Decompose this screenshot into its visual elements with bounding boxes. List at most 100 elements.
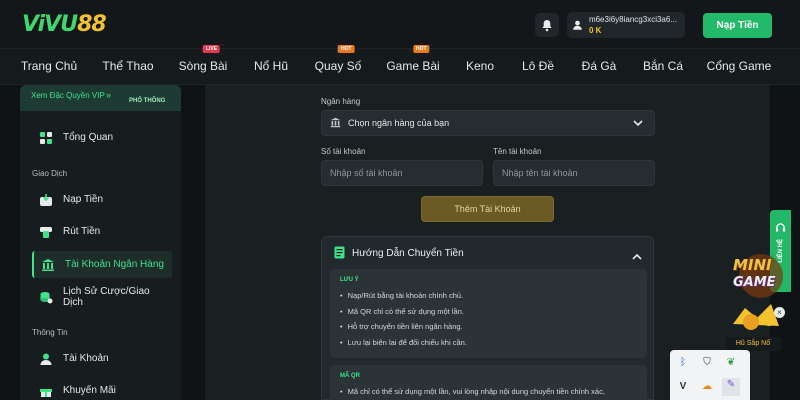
list-item: Hỗ trợ chuyển tiền liên ngân hàng. [340,322,467,338]
nav-sports[interactable]: Thể Thao [102,59,153,73]
bank-icon [40,257,56,273]
bluetooth-icon[interactable]: ᛒ [676,356,690,370]
username: m6e3i6y8iancg3xci3a6... [588,15,677,24]
nav-card-games[interactable]: HOT Game Bài [386,45,440,73]
shield-icon[interactable]: ⛉ [700,356,714,370]
v-app-icon[interactable]: V [676,380,690,394]
bank-label: Ngân hàng [321,97,361,106]
hot-badge: HOT [337,45,355,53]
section-info: Thông Tin [32,328,68,337]
system-tray: ᛒ ⛉ ❦ V ☁ ✎ [670,350,750,400]
vip-tier: PHỔ THÔNG [129,98,166,104]
sidebar-item-account[interactable]: Tài Khoản [32,345,172,372]
minigame-title-1: MINI [733,256,772,274]
nav-casino[interactable]: LIVE Sòng Bài [179,45,227,73]
nav-label: Trang Chủ [20,59,78,73]
account-number-field[interactable]: Nhập số tài khoản [321,160,483,186]
vip-banner[interactable]: Xem Đặc Quyền VIP » PHỔ THÔNG [20,85,181,111]
sidebar-item-label: Rút Tiền [63,226,101,237]
nav-lottery[interactable]: HOT Quay Số [314,45,362,73]
header-actions: m6e3i6y8iancg3xci3a6... 0 K Nạp Tiền [535,12,772,38]
live-badge: LIVE [202,45,221,53]
deposit-button[interactable]: Nạp Tiền [703,12,772,38]
sidebar-item-promotions[interactable]: Khuyến Mãi [32,377,172,400]
header: ViVU 88 m6e3i6y8iancg3xci3a6... 0 K Nạp T… [0,0,800,48]
sidebar-item-bank-account[interactable]: Tài Khoản Ngân Hàng [32,251,172,278]
notes-list: Nạp/Rút bằng tài khoản chính chủ. Mã QR … [340,291,467,353]
chevron-down-icon [632,117,644,131]
sidebar-item-label: Khuyến Mãi [63,385,116,396]
account-sidebar: Xem Đặc Quyền VIP » PHỔ THÔNG Tổng Quan … [20,85,181,400]
notes-title: LƯU Ý [340,277,359,283]
qr-notes-list: Mã chỉ có thể sử dụng một lần, vui lòng … [340,387,605,400]
sidebar-item-label: Tài Khoản Ngân Hàng [65,259,164,270]
nav-label: Nổ Hũ [253,59,289,73]
sidebar-item-history[interactable]: Lịch Sử Cược/Giao Dịch [32,283,172,310]
sidebar-item-deposit[interactable]: Nạp Tiền [32,186,172,213]
account-name-label: Tên tài khoản [493,147,542,156]
leaf-icon[interactable]: ❦ [724,356,738,370]
user-avatar-icon [573,20,582,30]
account-number-placeholder: Nhập số tài khoản [330,168,403,178]
sidebar-item-label: Tổng Quan [63,132,114,143]
nav-keno[interactable]: Keno [466,59,494,73]
coin-stack-icon [38,289,54,305]
account-number-label: Số tài khoản [321,147,366,156]
list-item: Lưu lại biên lai để đối chiếu khi cần. [340,338,467,354]
nav-cockfight[interactable]: Đá Gà [582,59,617,73]
deposit-icon [38,192,54,208]
jackpot-label: Hũ Sắp Nổ [725,337,781,351]
pen-icon[interactable]: ✎ [722,378,740,396]
nav-game-portal[interactable]: Cổng Game [707,59,772,73]
add-account-button[interactable]: Thêm Tài Khoản [421,196,554,222]
balance: 0 K [588,26,602,35]
nav-lo-de[interactable]: Lô Đề [522,59,554,73]
sidebar-item-label: Nạp Tiền [63,194,104,205]
hot-badge: HOT [412,45,430,53]
headset-icon [775,223,786,232]
notes-box: LƯU Ý Nạp/Rút bằng tài khoản chính chủ. … [330,269,647,358]
sidebar-item-label: Tài Khoản [63,353,109,364]
nav-home[interactable]: Trang Chủ [21,59,77,73]
nav-label: Thể Thao [102,59,154,73]
account-name-field[interactable]: Nhập tên tài khoản [493,160,655,186]
nav-fishing[interactable]: Bắn Cá [643,59,683,73]
chevron-up-icon[interactable] [631,249,643,267]
nav-label: Lô Đề [521,59,555,73]
note-text: Mã QR chỉ có thể sử dụng một lần. [347,306,464,316]
cloud-icon[interactable]: ☁ [700,380,714,394]
note-text: Hỗ trợ chuyển tiền liên ngân hàng. [347,322,463,331]
nav-label: Game Bài [386,59,440,73]
logo[interactable]: ViVU 88 [22,11,107,37]
app-root: ViVU 88 m6e3i6y8iancg3xci3a6... 0 K Nạp T… [0,0,800,400]
logo-text-vivu: ViVU [22,11,78,37]
nav-label: Cổng Game [706,59,772,73]
user-icon [38,351,54,367]
logo-text-88: 88 [77,11,107,37]
main-nav: Trang Chủ Thể Thao LIVE Sòng Bài Nổ Hũ HO… [0,45,800,85]
nav-slots[interactable]: Nổ Hũ [254,59,288,73]
qr-title: MÃ QR [340,373,360,379]
transfer-guide-panel: Hướng Dẫn Chuyển Tiền LƯU Ý Nạp/Rút bằng… [321,236,654,400]
sidebar-item-withdraw[interactable]: Rút Tiền [32,218,172,245]
withdraw-icon [38,224,54,240]
bank-select[interactable]: Chọn ngân hàng của bạn [321,110,655,136]
guide-title: Hướng Dẫn Chuyển Tiền [352,248,464,259]
dashboard-icon [38,130,54,146]
qr-box: MÃ QR Mã chỉ có thể sử dụng một lần, vui… [330,365,647,400]
section-transactions: Giao Dịch [32,169,68,178]
document-icon [334,246,345,264]
nav-label: Bắn Cá [642,59,684,73]
minigame-title-2: GAME [733,275,776,290]
minigame-promo[interactable]: MINI GAME × Hũ Sắp Nổ [723,246,785,356]
sidebar-item-overview[interactable]: Tổng Quan [32,124,172,151]
account-name-placeholder: Nhập tên tài khoản [502,168,578,178]
user-info[interactable]: m6e3i6y8iancg3xci3a6... 0 K [567,12,685,38]
list-item: Nạp/Rút bằng tài khoản chính chủ. [340,291,467,307]
list-item: Mã chỉ có thể sử dụng một lần, vui lòng … [340,387,605,400]
note-text: Nạp/Rút bằng tài khoản chính chủ. [347,291,464,300]
nav-label: Quay Số [314,59,362,73]
bank-select-value: Chọn ngân hàng của bạn [348,118,450,128]
close-icon[interactable]: × [774,307,785,318]
notification-bell-icon[interactable] [535,13,559,37]
